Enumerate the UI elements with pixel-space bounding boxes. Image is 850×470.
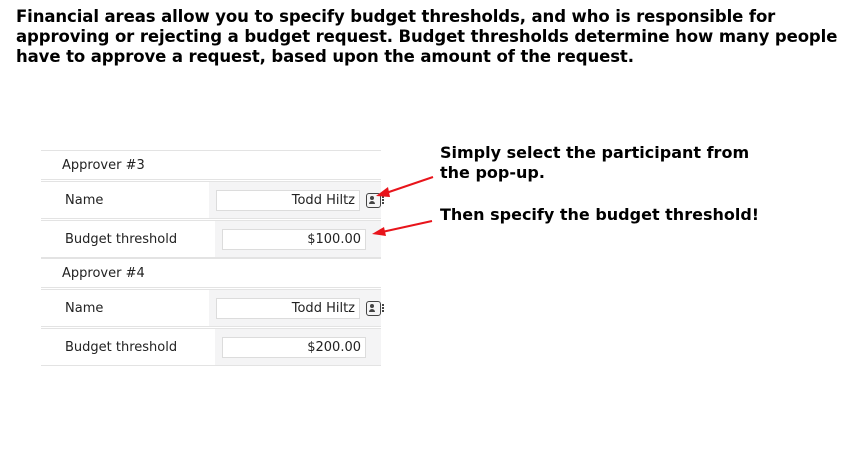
red-arrow-icon — [376, 176, 434, 197]
annotation-arrows — [372, 176, 434, 236]
red-arrow-icon — [372, 220, 433, 236]
